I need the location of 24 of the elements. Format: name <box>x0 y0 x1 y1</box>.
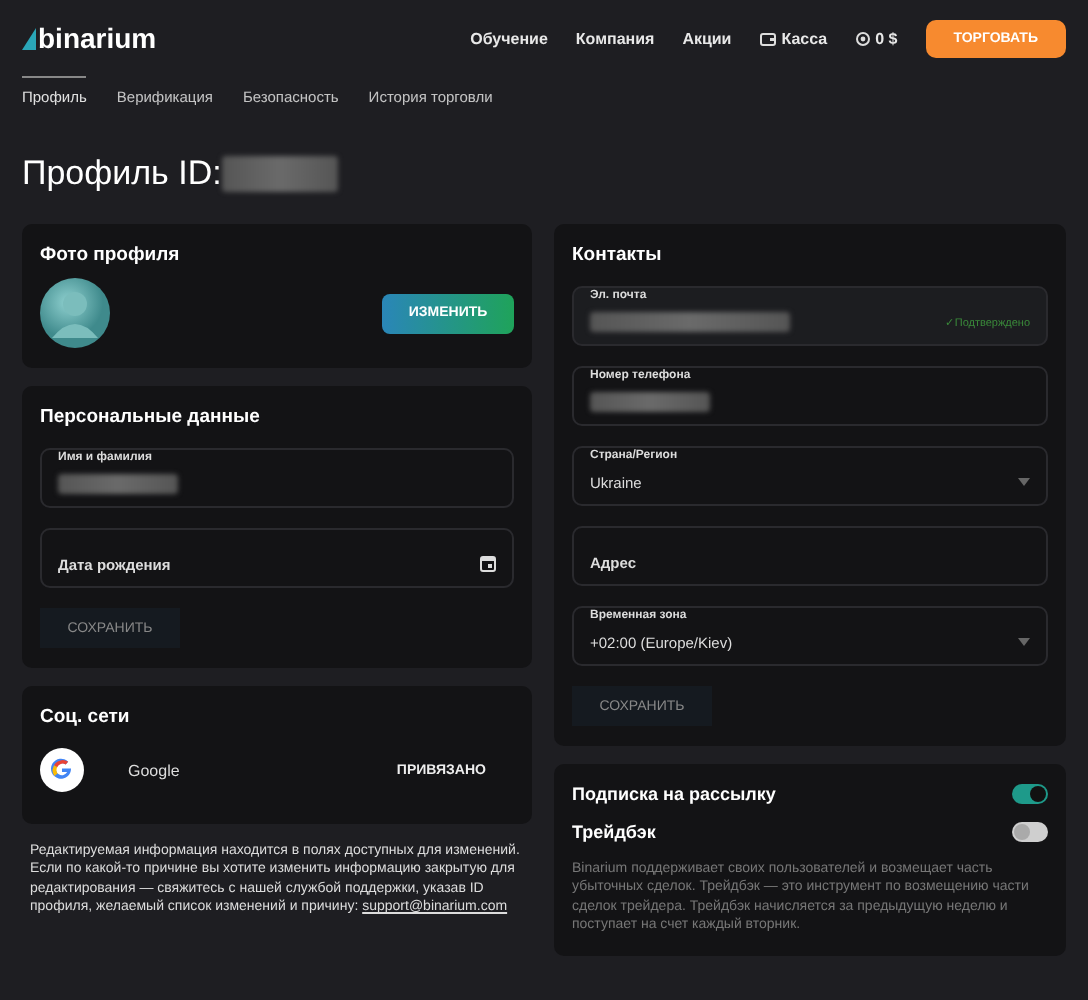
logo-icon <box>22 27 36 49</box>
nav-link[interactable]: Касса <box>759 29 828 47</box>
wallet-icon <box>759 31 776 45</box>
avatar <box>40 278 110 348</box>
page-title: Профиль ID: <box>22 154 222 194</box>
coin-icon <box>855 31 870 45</box>
nav-link[interactable]: 0 $ <box>855 29 898 47</box>
dropdown-caret-icon <box>1018 478 1030 486</box>
social-name: Google <box>128 761 180 779</box>
dropdown-caret-icon <box>1018 638 1030 646</box>
card-title: Фото профиля <box>40 244 182 266</box>
nav-link[interactable]: Компания <box>575 29 655 47</box>
nav-link[interactable]: Обучение <box>470 29 548 47</box>
toggle-switch[interactable] <box>1012 822 1048 842</box>
toggle-label: Подписка на рассылку <box>572 784 776 804</box>
card-title: Персональные данные <box>40 406 262 428</box>
toggle-label: Трейдбэк <box>572 822 656 842</box>
nav-link[interactable]: Акции <box>682 29 732 47</box>
card-title: Контакты <box>572 244 664 266</box>
google-icon <box>40 748 84 792</box>
calendar-icon[interactable] <box>480 556 496 572</box>
toggle-switch[interactable] <box>1012 784 1048 804</box>
card-title: Соц. сети <box>40 706 132 728</box>
logo-text: binarium <box>38 22 157 54</box>
